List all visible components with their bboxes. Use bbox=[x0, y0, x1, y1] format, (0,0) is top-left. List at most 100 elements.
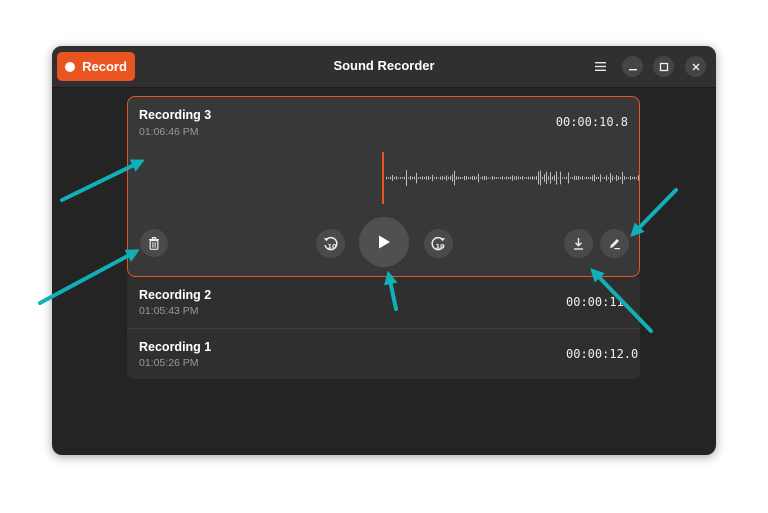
waveform-bar bbox=[460, 177, 461, 179]
waveform-bar bbox=[472, 176, 473, 180]
forward-10-icon: 10 bbox=[431, 236, 446, 251]
waveform-bar bbox=[590, 177, 591, 179]
waveform-bar bbox=[466, 176, 467, 180]
waveform-bar bbox=[568, 172, 569, 184]
waveform-bar bbox=[528, 176, 529, 180]
recording-time: 01:06:46 PM bbox=[139, 126, 199, 138]
hamburger-menu-icon[interactable] bbox=[591, 56, 609, 76]
waveform-bar bbox=[482, 176, 483, 180]
waveform-bar bbox=[542, 176, 543, 180]
waveform-bar bbox=[498, 177, 499, 179]
waveform-bar bbox=[612, 175, 613, 181]
play-icon bbox=[379, 235, 390, 249]
waveform-bar bbox=[548, 176, 549, 180]
window-title: Sound Recorder bbox=[333, 58, 435, 73]
waveform-bar bbox=[560, 171, 561, 185]
waveform-bar bbox=[446, 175, 447, 181]
recording-duration: 00:00:11. bbox=[566, 295, 632, 309]
export-button[interactable] bbox=[564, 229, 593, 258]
waveform-bar bbox=[468, 177, 469, 180]
maximize-button[interactable] bbox=[653, 56, 674, 77]
close-button[interactable] bbox=[685, 56, 706, 77]
seek-back-button[interactable]: 10 bbox=[316, 229, 345, 258]
waveform-bar bbox=[388, 177, 389, 179]
waveform-bar bbox=[398, 177, 399, 179]
waveform-bar bbox=[518, 176, 519, 180]
waveform-bar bbox=[456, 176, 457, 180]
seek-back-label: 10 bbox=[328, 243, 338, 251]
waveform-bar bbox=[506, 176, 507, 180]
waveform-bar bbox=[434, 177, 435, 179]
recording-name: Recording 2 bbox=[139, 288, 212, 302]
recording-row[interactable]: Recording 2 01:05:43 PM 00:00:11. bbox=[127, 277, 640, 328]
playhead-cursor[interactable] bbox=[382, 152, 384, 204]
waveform-bar bbox=[414, 176, 415, 180]
waveform-bar bbox=[532, 176, 533, 180]
waveform-bar bbox=[448, 176, 449, 180]
close-icon bbox=[692, 63, 699, 70]
waveform-bar bbox=[570, 177, 571, 179]
waveform-bar bbox=[386, 176, 387, 180]
play-button[interactable] bbox=[359, 217, 409, 267]
waveform-bar bbox=[552, 176, 553, 180]
waveform-bar bbox=[526, 177, 527, 179]
recording-card-expanded[interactable]: Recording 3 01:06:46 PM 00:00:10.8 10 10 bbox=[127, 96, 640, 277]
waveform-bar bbox=[510, 176, 511, 180]
waveform-bar bbox=[424, 177, 425, 180]
waveform-bar bbox=[566, 176, 567, 180]
waveform-bar bbox=[638, 175, 639, 181]
waveform-bar bbox=[620, 177, 621, 180]
waveform-bar bbox=[574, 175, 575, 181]
waveform-bar bbox=[408, 177, 409, 179]
waveform-bar bbox=[632, 177, 633, 179]
waveform-bar bbox=[628, 177, 629, 179]
minimize-button[interactable] bbox=[622, 56, 643, 77]
sound-recorder-window: Record Sound Recorder Recording 3 01:06:… bbox=[52, 46, 716, 455]
waveform-bar bbox=[610, 173, 611, 183]
waveform-bar bbox=[512, 175, 513, 181]
waveform-bar bbox=[484, 175, 485, 180]
waveform-bar bbox=[630, 176, 631, 180]
waveform-bar bbox=[480, 177, 481, 179]
waveform-bar bbox=[584, 177, 585, 179]
waveform-bar bbox=[416, 172, 417, 184]
waveform-bar bbox=[634, 176, 635, 180]
waveform-bar bbox=[454, 170, 455, 186]
download-icon bbox=[574, 237, 583, 250]
waveform-bar bbox=[556, 171, 557, 185]
waveform-bar bbox=[586, 176, 587, 180]
waveform-bar bbox=[432, 174, 433, 182]
waveform-bar bbox=[508, 176, 509, 180]
seek-forward-label: 10 bbox=[436, 243, 446, 251]
waveform-bar bbox=[394, 176, 395, 180]
waveform-bar bbox=[546, 171, 547, 185]
waveform-bar bbox=[588, 176, 589, 180]
recording-row[interactable]: Recording 1 01:05:26 PM 00:00:12.0 bbox=[127, 328, 640, 379]
waveform-bar bbox=[554, 175, 555, 181]
seek-forward-button[interactable]: 10 bbox=[424, 229, 453, 258]
waveform-bar bbox=[402, 177, 403, 179]
waveform-bar bbox=[428, 176, 429, 180]
waveform-bar bbox=[438, 177, 439, 179]
waveform-bar bbox=[494, 176, 495, 180]
waveform-bar bbox=[490, 177, 491, 179]
rename-button[interactable] bbox=[600, 229, 629, 258]
waveform-bar bbox=[462, 177, 463, 179]
waveform[interactable] bbox=[382, 152, 640, 204]
waveform-bar bbox=[536, 176, 537, 180]
waveform-bar bbox=[488, 177, 489, 179]
waveform-bar bbox=[624, 176, 625, 180]
waveform-bar bbox=[562, 177, 563, 179]
waveform-bar bbox=[530, 176, 531, 179]
waveform-bar bbox=[596, 176, 597, 180]
waveform-bar bbox=[422, 176, 423, 180]
waveform-bar bbox=[436, 176, 437, 180]
waveform-bar bbox=[440, 176, 441, 180]
waveform-bar bbox=[478, 173, 479, 183]
waveform-bar bbox=[492, 176, 493, 180]
waveform-bar bbox=[444, 176, 445, 180]
waveform-bar bbox=[524, 177, 525, 179]
waveform-bar bbox=[412, 176, 413, 180]
edit-pen-icon bbox=[610, 239, 620, 250]
delete-button[interactable] bbox=[140, 229, 168, 257]
